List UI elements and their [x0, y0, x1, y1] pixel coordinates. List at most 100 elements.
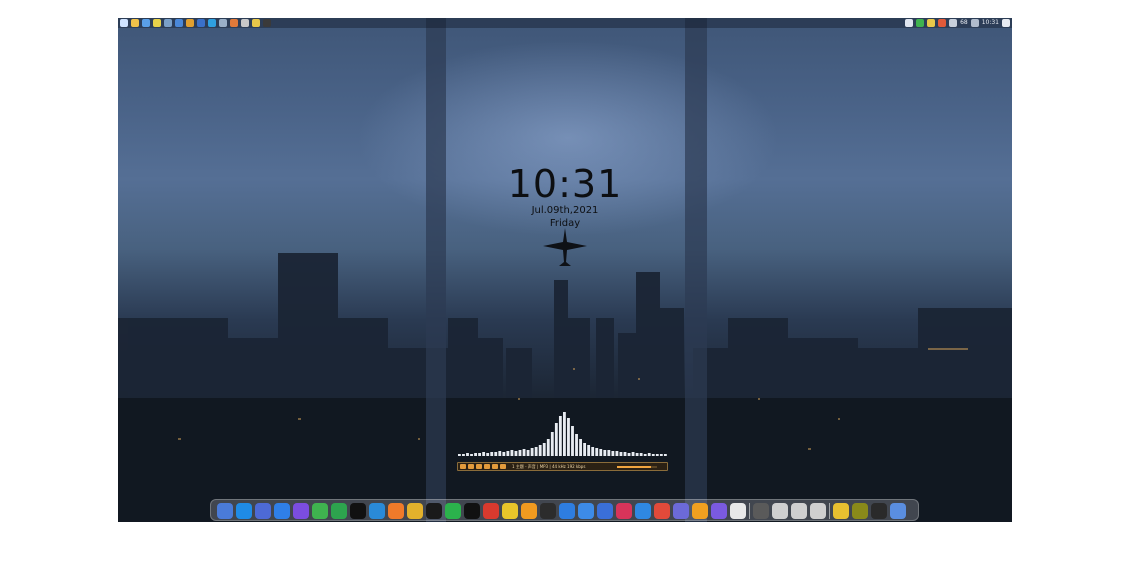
app-icon[interactable] [197, 19, 205, 27]
wechat-mini-icon[interactable] [312, 503, 328, 519]
netease-music-icon[interactable] [483, 503, 499, 519]
desktop-clock-date: Jul.09th,2021 [531, 205, 599, 216]
tray-app-icon[interactable] [938, 19, 947, 27]
visualizer-bar [563, 412, 566, 456]
visualizer-bar [659, 454, 663, 456]
apple-icon[interactable] [350, 503, 366, 519]
bittorrent-icon[interactable] [692, 503, 708, 519]
taskbar-clock[interactable]: 10:31 [982, 19, 999, 27]
pause-icon[interactable] [476, 464, 482, 469]
visualizer-bar [534, 447, 538, 456]
visualizer-bar [518, 450, 522, 456]
app-icon[interactable] [241, 19, 249, 27]
app-red-icon[interactable] [654, 503, 670, 519]
seek-bar-fill [617, 466, 651, 468]
notification-icon[interactable] [1002, 19, 1010, 27]
open-icon[interactable] [500, 464, 506, 469]
visualizer-bar [639, 453, 643, 456]
photos-icon[interactable] [673, 503, 689, 519]
visualizer-bar [579, 439, 582, 456]
evernote-icon[interactable] [331, 503, 347, 519]
visualizer-bar [599, 449, 603, 456]
folder-icon[interactable] [208, 19, 216, 27]
app-icon[interactable] [164, 19, 172, 27]
play-icon[interactable] [468, 464, 474, 469]
tray-app-icon[interactable] [949, 19, 958, 27]
system-tray: 68 10:31 [905, 19, 1010, 27]
visualizer-bar [567, 418, 570, 456]
app-icon[interactable] [219, 19, 227, 27]
windows-icon[interactable] [274, 503, 290, 519]
chrome-icon[interactable] [407, 503, 423, 519]
visualizer-bar [554, 423, 558, 456]
visualizer-bar [619, 452, 623, 456]
color-picker-icon[interactable] [833, 503, 849, 519]
app-multi-icon[interactable] [730, 503, 746, 519]
potplayer-icon[interactable] [540, 503, 556, 519]
visualizer-bar [583, 443, 587, 456]
more-icon[interactable] [772, 503, 788, 519]
app-icon[interactable] [263, 19, 271, 27]
visualizer-bar [530, 448, 534, 456]
visualizer-bar [571, 426, 574, 456]
visualizer-bar [647, 453, 651, 456]
visualizer-bar [526, 450, 530, 456]
app-yellow-icon[interactable] [502, 503, 518, 519]
fireworks-icon[interactable] [852, 503, 868, 519]
tray-app-icon[interactable] [927, 19, 936, 27]
prev-icon[interactable] [460, 464, 466, 469]
chrome-icon[interactable] [186, 19, 194, 27]
next-icon[interactable] [492, 464, 498, 469]
visualizer-bar [514, 451, 518, 456]
stop-icon[interactable] [484, 464, 490, 469]
screenshot-icon[interactable] [616, 503, 632, 519]
app-blue-icon[interactable] [559, 503, 575, 519]
chevron-down-2-icon[interactable] [810, 503, 826, 519]
app-icon[interactable] [175, 19, 183, 27]
tray-app-icon[interactable] [905, 19, 914, 27]
qq-icon[interactable] [426, 503, 442, 519]
taskbar-left-icons [120, 19, 271, 27]
app-dock [210, 499, 919, 521]
volume-icon[interactable] [711, 503, 727, 519]
browser-icon[interactable] [142, 19, 150, 27]
app-icon[interactable] [230, 19, 238, 27]
edge-icon[interactable] [369, 503, 385, 519]
visualizer-bar [482, 452, 486, 456]
app-purple-icon[interactable] [293, 503, 309, 519]
chevron-down-icon[interactable] [791, 503, 807, 519]
obs-icon[interactable] [871, 503, 887, 519]
visualizer-bar [643, 454, 647, 456]
visualizer-bar [603, 450, 607, 456]
search-icon[interactable] [635, 503, 651, 519]
wifi-icon[interactable] [970, 19, 979, 27]
tiktok-icon[interactable] [464, 503, 480, 519]
app-icon[interactable] [252, 19, 260, 27]
recycle-bin-icon[interactable] [890, 503, 906, 519]
visualizer-bar [623, 452, 627, 456]
power-icon[interactable] [753, 503, 769, 519]
seek-bar[interactable] [617, 466, 657, 468]
finder-icon[interactable] [217, 503, 233, 519]
desktop-icon[interactable] [236, 503, 252, 519]
visualizer-bar [615, 451, 619, 456]
wechat-icon[interactable] [445, 503, 461, 519]
file-manager-icon[interactable] [131, 19, 139, 27]
visualizer-bar [558, 416, 562, 456]
visualizer-bar [611, 451, 615, 456]
firefox-icon[interactable] [388, 503, 404, 519]
app-grid-icon[interactable] [597, 503, 613, 519]
dock-separator [829, 503, 830, 519]
visualizer-bar [575, 434, 578, 456]
windows-start-icon[interactable] [120, 19, 128, 27]
visualizer-bar [498, 451, 502, 456]
visualizer-bar [510, 450, 514, 456]
dock-separator [749, 503, 750, 519]
launchpad-icon[interactable] [255, 503, 271, 519]
feishu-icon[interactable] [578, 503, 594, 519]
visualizer-bar [546, 439, 550, 456]
notes-icon[interactable] [153, 19, 161, 27]
track-info: 1 主题 - 声音 | MP3 | 44 kHz 192 kbps [512, 463, 586, 469]
tray-app-icon[interactable] [916, 19, 925, 27]
aimp-icon[interactable] [521, 503, 537, 519]
